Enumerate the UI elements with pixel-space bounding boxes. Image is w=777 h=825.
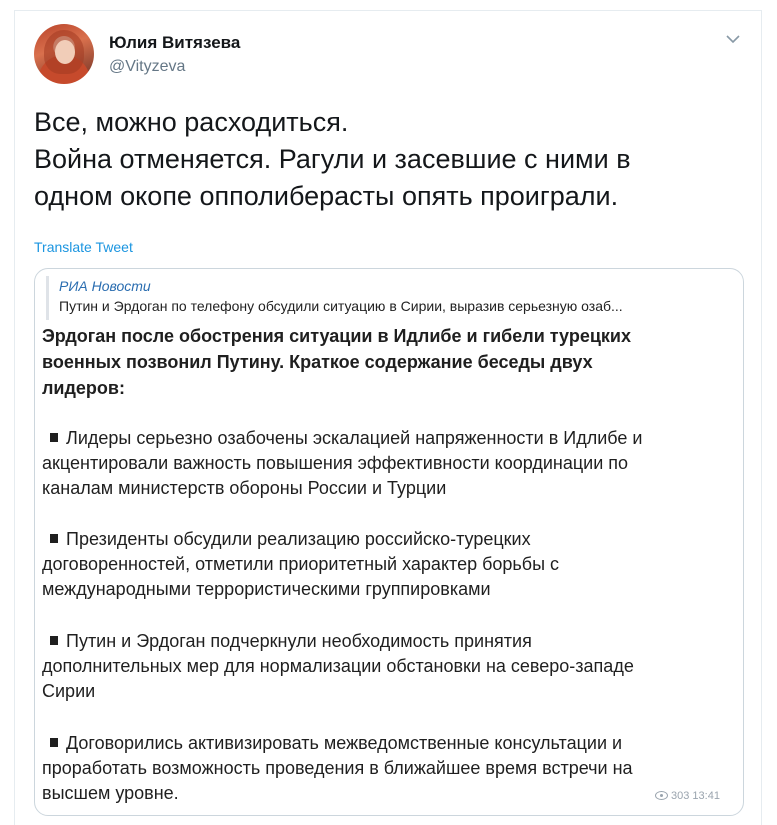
tweet-line: одном окопе опполиберасты опять проиграл… [34,181,619,211]
bullet-item: Лидеры серьезно озабочены эскалацией нап… [42,426,732,501]
tweet-line: Все, можно расходиться. [34,107,349,137]
chevron-down-icon[interactable] [726,34,740,44]
views-value: 303 [671,790,690,802]
bullet-line: акцентировали важность повышения эффекти… [42,453,629,473]
bullet-line: международными террористическими группир… [42,579,491,599]
bullet-line: высшем уровне. [42,783,179,803]
bullet-line: договоренностей, отметили приоритетный х… [42,554,560,574]
headline-line: лидеров: [42,378,125,398]
bullet-line: Договорились активизировать межведомстве… [66,733,623,753]
bullet-item: Договорились активизировать межведомстве… [42,731,732,806]
bullet-square-icon [50,433,58,442]
bullet-square-icon [50,636,58,645]
card-headline: Эрдоган после обострения ситуации в Идли… [42,323,722,401]
quoted-source: РИА Новости Путин и Эрдоган по телефону … [46,276,739,320]
avatar[interactable] [34,24,94,84]
bullet-line: Путин и Эрдоган подчеркнули необходимост… [66,631,532,651]
bullet-line: Президенты обсудили реализацию российско… [66,529,531,549]
bullet-line: дополнительных мер для нормализации обст… [42,656,634,676]
tweet-line: Война отменяется. Рагули и засевшие с ни… [34,144,631,174]
quote-source-name: РИА Новости [59,278,151,294]
headline-line: Эрдоган после обострения ситуации в Идли… [42,326,631,346]
bullet-line: Сирии [42,681,96,701]
bullet-item: Путин и Эрдоган подчеркнули необходимост… [42,629,732,704]
bullet-square-icon [50,738,58,747]
eye-icon [655,791,668,800]
bullet-line: каналам министерств обороны России и Тур… [42,478,447,498]
quote-summary: Путин и Эрдоган по телефону обсудили сит… [59,298,623,314]
tweet-text: Все, можно расходиться. Война отменяется… [34,104,744,215]
author-name[interactable]: Юлия Витязева [109,33,240,53]
translate-tweet-link[interactable]: Translate Tweet [34,239,133,255]
bullet-line: Лидеры серьезно озабочены эскалацией нап… [66,428,643,448]
bullet-square-icon [50,534,58,543]
avatar-face [55,40,75,64]
bullet-line: проработать возможность проведения в бли… [42,758,633,778]
view-count: 303 13:41 [655,790,720,802]
author-handle[interactable]: @Vityzeva [109,58,185,76]
bullet-item: Президенты обсудили реализацию российско… [42,527,732,602]
headline-line: военных позвонил Путину. Краткое содержа… [42,352,593,372]
post-time: 13:41 [692,790,720,802]
